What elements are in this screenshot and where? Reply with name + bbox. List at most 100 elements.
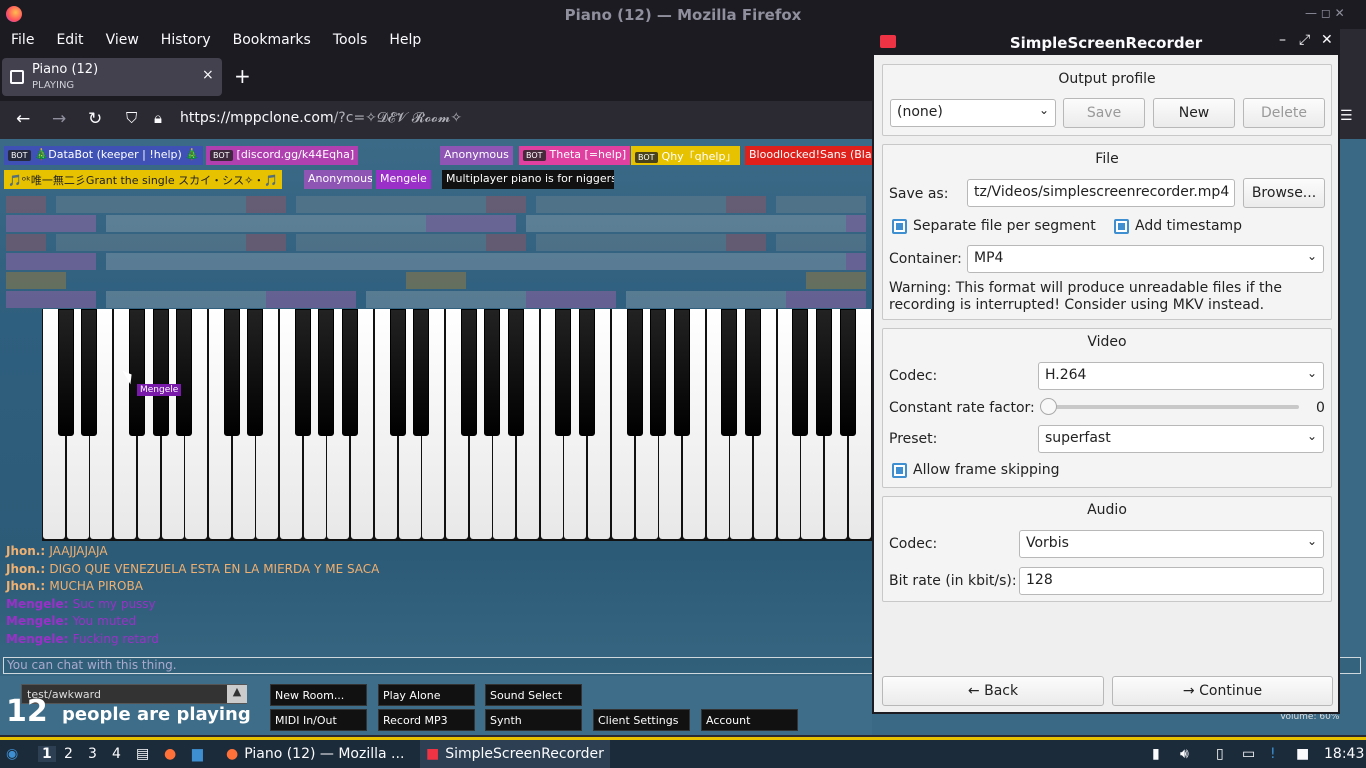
audio-codec-select[interactable]: Vorbis ⌄ xyxy=(1019,530,1324,558)
user-badge[interactable]: 🎵ᵒᵏ唯一無二彡Grant the single スカイ・シス✧・🎵 xyxy=(4,170,283,189)
menu-view[interactable]: View xyxy=(95,29,150,53)
black-key[interactable] xyxy=(342,309,359,436)
menu-help[interactable]: Help xyxy=(378,29,432,53)
hamburger-menu-icon[interactable]: ☰ xyxy=(1340,108,1353,124)
black-key[interactable] xyxy=(294,309,311,436)
file-manager-icon[interactable]: ▤ xyxy=(136,746,149,762)
add-timestamp-checkbox[interactable] xyxy=(1114,219,1129,234)
bitrate-input[interactable]: 128 xyxy=(1019,567,1324,595)
midi-in-out-button[interactable]: MIDI In/Out xyxy=(270,709,367,731)
black-key[interactable] xyxy=(413,309,430,436)
black-key[interactable] xyxy=(626,309,643,436)
close-icon[interactable]: ✕ xyxy=(1321,32,1333,48)
black-key[interactable] xyxy=(673,309,690,436)
preset-select[interactable]: superfast ⌄ xyxy=(1038,425,1324,453)
user-badge[interactable]: Mengele xyxy=(376,170,431,189)
menu-edit[interactable]: Edit xyxy=(45,29,94,53)
menu-bookmarks[interactable]: Bookmarks xyxy=(222,29,322,53)
browse-button[interactable]: Browse... xyxy=(1243,178,1325,208)
black-key[interactable] xyxy=(721,309,738,436)
new-profile-button[interactable]: New xyxy=(1153,98,1235,128)
black-key[interactable] xyxy=(223,309,240,436)
save-profile-button[interactable]: Save xyxy=(1063,98,1145,128)
container-select[interactable]: MP4 ⌄ xyxy=(967,245,1324,273)
taskbar-firefox[interactable]: ● Piano (12) — Mozilla ... xyxy=(220,740,410,768)
room-select[interactable]: test/awkward ▲ xyxy=(21,684,247,704)
url-bar[interactable]: https://mppclone.com/?c=✧𝓓𝓔𝓥 𝓡𝓸𝓸𝓶✧ xyxy=(180,110,462,126)
black-key[interactable] xyxy=(81,309,98,436)
account-button[interactable]: Account xyxy=(701,709,798,731)
forward-arrow-icon[interactable]: → xyxy=(52,109,66,129)
workspace-1[interactable]: 1 xyxy=(38,746,56,762)
black-key[interactable] xyxy=(555,309,572,436)
minimize-icon[interactable]: – xyxy=(1279,32,1286,48)
clipboard-icon[interactable]: ▯ xyxy=(1216,746,1224,762)
sound-select-button[interactable]: Sound Select xyxy=(485,684,582,706)
save-as-input[interactable]: tz/Videos/simplescreenrecorder.mp4 xyxy=(967,179,1235,207)
battery-icon[interactable]: ▮ xyxy=(1152,746,1160,762)
camera-icon[interactable]: ■ xyxy=(1296,746,1309,762)
crf-slider-handle[interactable] xyxy=(1040,398,1057,415)
continue-button[interactable]: → Continue xyxy=(1112,676,1333,706)
black-key[interactable] xyxy=(57,309,74,436)
black-key[interactable] xyxy=(389,309,406,436)
user-badge[interactable]: BOT Qhy「qhelp」 xyxy=(631,146,741,165)
start-menu-icon[interactable]: ◉ xyxy=(6,746,18,762)
new-tab-button[interactable]: + xyxy=(234,64,251,88)
tab-close-icon[interactable]: × xyxy=(202,67,214,83)
taskbar-ssr[interactable]: ■ SimpleScreenRecorder xyxy=(420,740,610,768)
workspace-2[interactable]: 2 xyxy=(64,746,73,762)
piano-keyboard[interactable] xyxy=(42,309,872,541)
workspace-4[interactable]: 4 xyxy=(112,746,121,762)
firefox-launcher-icon[interactable]: ● xyxy=(164,746,176,762)
network-icon[interactable]: ▭ xyxy=(1242,746,1255,762)
black-key[interactable] xyxy=(508,309,524,436)
black-key[interactable] xyxy=(839,309,856,436)
user-badge[interactable]: Anonymous xyxy=(304,170,372,189)
black-key[interactable] xyxy=(745,309,761,436)
black-key[interactable] xyxy=(318,309,335,436)
black-key[interactable] xyxy=(579,309,596,436)
user-badge[interactable]: BOT [discord.gg/k44Eqha] xyxy=(206,146,359,165)
lock-icon[interactable]: 🔒︎ xyxy=(154,109,162,127)
record-mp3-button[interactable]: Record MP3 xyxy=(378,709,475,731)
window-controls[interactable]: — ◻ ✕ xyxy=(1305,6,1345,20)
user-badge[interactable]: BOT Theta [=help] xyxy=(519,146,631,165)
workspace-3[interactable]: 3 xyxy=(88,746,97,762)
crf-slider[interactable] xyxy=(1040,398,1299,415)
notification-icon[interactable]: ! xyxy=(1270,746,1276,762)
black-key[interactable] xyxy=(176,309,193,436)
room-select-arrow-icon[interactable]: ▲ xyxy=(227,685,247,703)
reload-icon[interactable]: ↻ xyxy=(88,109,102,129)
maximize-icon[interactable]: ⤢ xyxy=(1299,32,1310,48)
black-key[interactable] xyxy=(484,309,501,436)
terminal-icon[interactable]: ▆ xyxy=(192,746,203,762)
back-arrow-icon[interactable]: ← xyxy=(16,109,30,129)
new-room-button[interactable]: New Room... xyxy=(270,684,367,706)
black-key[interactable] xyxy=(460,309,477,436)
black-key[interactable] xyxy=(152,309,169,436)
play-alone-button[interactable]: Play Alone xyxy=(378,684,475,706)
menu-history[interactable]: History xyxy=(150,29,222,53)
user-badge[interactable]: Multiplayer piano is for niggers xyxy=(442,170,614,189)
volume-icon[interactable]: 🔊︎ xyxy=(1180,746,1189,762)
user-badge[interactable]: BOT 🎄DataBot (keeper | !help) 🎄 xyxy=(4,146,204,165)
menu-tools[interactable]: Tools xyxy=(322,29,379,53)
profile-select[interactable]: (none) ⌄ xyxy=(890,99,1056,127)
user-badge[interactable]: Anonymous xyxy=(440,146,513,165)
delete-profile-button[interactable]: Delete xyxy=(1243,98,1325,128)
black-key[interactable] xyxy=(816,309,833,436)
video-codec-select[interactable]: H.264 ⌄ xyxy=(1038,362,1324,390)
menu-file[interactable]: File xyxy=(0,29,45,53)
frame-skipping-checkbox[interactable] xyxy=(892,463,907,478)
separate-file-checkbox[interactable] xyxy=(892,219,907,234)
client-settings-button[interactable]: Client Settings xyxy=(593,709,690,731)
synth-button[interactable]: Synth xyxy=(485,709,582,731)
tab-piano[interactable]: Piano (12) PLAYING × xyxy=(2,58,222,96)
black-key[interactable] xyxy=(128,309,145,436)
shield-icon[interactable]: ⛉ xyxy=(126,109,137,127)
black-key[interactable] xyxy=(792,309,809,436)
black-key[interactable] xyxy=(247,309,264,436)
back-button[interactable]: ← Back xyxy=(882,676,1104,706)
black-key[interactable] xyxy=(650,309,667,436)
